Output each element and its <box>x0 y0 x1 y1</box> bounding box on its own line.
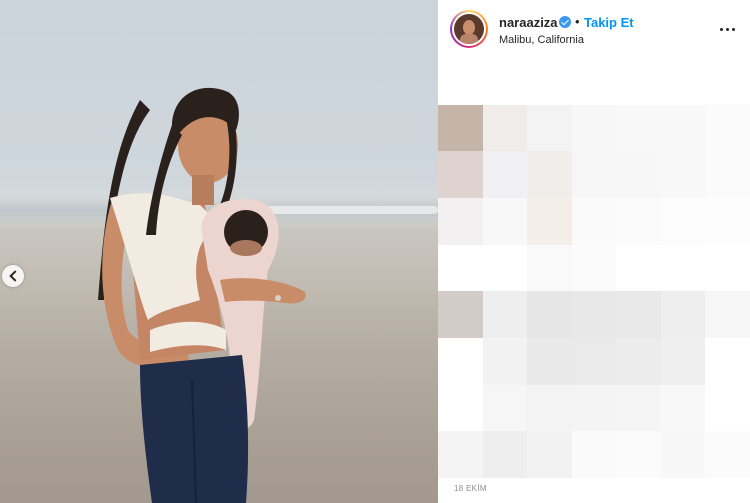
story-ring[interactable] <box>450 10 488 48</box>
mosaic-cell <box>660 58 706 105</box>
mosaic-cell <box>527 198 573 245</box>
mosaic-cell <box>616 58 662 105</box>
mosaic-cell <box>527 244 573 292</box>
mosaic-cell <box>482 384 528 432</box>
post-side-panel: naraaziza • Takip Et Malibu, California … <box>438 0 750 503</box>
mosaic-cell <box>660 431 706 479</box>
mosaic-cell <box>705 198 750 245</box>
mosaic-cell <box>705 244 750 292</box>
mosaic-cell <box>616 338 662 385</box>
carousel-prev-button[interactable] <box>2 265 24 287</box>
mosaic-cell <box>616 431 662 479</box>
mosaic-cell <box>660 151 706 199</box>
mosaic-cell <box>571 58 617 105</box>
mosaic-cell <box>527 291 573 339</box>
mosaic-cell <box>527 338 573 385</box>
mosaic-cell <box>660 104 706 152</box>
mosaic-cell <box>616 291 662 339</box>
mosaic-cell <box>660 338 706 385</box>
mosaic-cell <box>571 384 617 432</box>
mosaic-cell <box>705 151 750 199</box>
post-header: naraaziza • Takip Et Malibu, California <box>438 0 750 58</box>
mosaic-cell <box>482 151 528 199</box>
mosaic-cell <box>660 198 706 245</box>
mother-and-baby-illustration <box>98 87 306 503</box>
mosaic-cell <box>527 104 573 152</box>
mosaic-cell <box>616 104 662 152</box>
mosaic-cell <box>571 244 617 292</box>
chevron-left-icon <box>8 270 21 282</box>
pixelated-comments-area <box>438 58 750 479</box>
mosaic-cell <box>571 151 617 199</box>
avatar <box>454 14 484 44</box>
mosaic-cell <box>438 384 483 432</box>
mosaic-cell <box>438 291 483 339</box>
location-link[interactable]: Malibu, California <box>499 34 584 46</box>
post-photo <box>0 0 438 503</box>
mosaic-cell <box>482 431 528 479</box>
username-link[interactable]: naraaziza <box>499 15 558 30</box>
mosaic-cell <box>660 291 706 339</box>
mosaic-cell <box>571 104 617 152</box>
mosaic-cell <box>660 384 706 432</box>
mosaic-cell <box>482 291 528 339</box>
mosaic-cell <box>527 431 573 479</box>
mosaic-cell <box>705 431 750 479</box>
mosaic-cell <box>705 104 750 152</box>
mosaic-cell <box>482 244 528 292</box>
mosaic-cell <box>616 198 662 245</box>
follow-button[interactable]: Takip Et <box>584 15 634 30</box>
post-date: 18 EKİM <box>454 484 487 493</box>
mosaic-cell <box>571 291 617 339</box>
mosaic-cell <box>438 244 483 292</box>
mosaic-cell <box>616 151 662 199</box>
more-options-icon[interactable] <box>720 22 736 36</box>
mosaic-cell <box>438 104 483 152</box>
mosaic-cell <box>527 151 573 199</box>
mosaic-cell <box>482 58 528 105</box>
mosaic-cell <box>571 431 617 479</box>
mosaic-cell <box>571 198 617 245</box>
mosaic-cell <box>438 58 483 105</box>
mosaic-cell <box>438 198 483 245</box>
mosaic-cell <box>438 338 483 385</box>
mosaic-cell <box>660 244 706 292</box>
mosaic-cell <box>438 431 483 479</box>
mosaic-cell <box>482 338 528 385</box>
mosaic-cell <box>705 338 750 385</box>
mosaic-cell <box>527 58 573 105</box>
mosaic-cell <box>438 151 483 199</box>
mosaic-cell <box>705 291 750 339</box>
mosaic-cell <box>705 384 750 432</box>
mosaic-cell <box>527 384 573 432</box>
mosaic-cell <box>616 384 662 432</box>
mosaic-cell <box>482 104 528 152</box>
verified-badge-icon <box>559 16 571 28</box>
separator-dot: • <box>575 14 580 29</box>
mosaic-cell <box>616 244 662 292</box>
mosaic-cell <box>705 58 750 105</box>
mosaic-cell <box>482 198 528 245</box>
mosaic-cell <box>571 338 617 385</box>
